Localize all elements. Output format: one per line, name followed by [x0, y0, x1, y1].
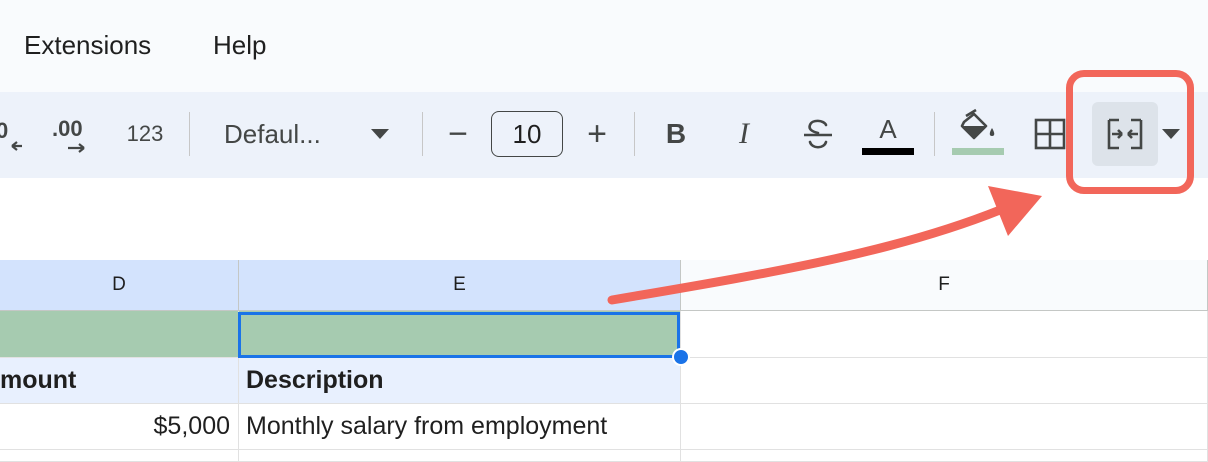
sheet-grid: D E F mount Description $5,000 Monthly s…: [0, 260, 1208, 462]
formula-bar[interactable]: [0, 178, 1208, 260]
fill-color-icon: [952, 108, 1004, 155]
text-color-bar: [862, 147, 914, 155]
decrease-decimal-button[interactable]: 0: [0, 112, 32, 156]
increase-decimal-icon: .00: [52, 116, 85, 153]
menu-extensions[interactable]: Extensions: [24, 30, 151, 61]
fill-handle[interactable]: [672, 348, 690, 366]
decrease-font-size-button[interactable]: −: [438, 114, 478, 154]
cell-d3[interactable]: $5,000: [0, 404, 239, 450]
decrease-decimal-icon: 0: [0, 118, 22, 151]
cell-e2[interactable]: Description: [239, 358, 681, 404]
italic-button[interactable]: I: [724, 114, 764, 154]
cell-d4[interactable]: [0, 450, 239, 462]
toolbar-separator: [189, 112, 190, 156]
toolbar-separator: [422, 112, 423, 156]
strikethrough-icon: [804, 119, 832, 149]
bold-button[interactable]: B: [656, 114, 696, 154]
text-color-button[interactable]: A: [862, 110, 914, 158]
menu-help[interactable]: Help: [213, 30, 266, 61]
svg-text:0: 0: [0, 118, 8, 143]
font-dropdown-icon: [371, 129, 389, 139]
cell-e4[interactable]: [239, 450, 681, 462]
cell-d2[interactable]: mount: [0, 358, 239, 404]
text-color-icon: A: [879, 113, 897, 144]
more-formats-button[interactable]: 123: [118, 114, 172, 154]
cell-selection: [238, 312, 680, 358]
svg-text:.00: .00: [52, 116, 83, 141]
menu-bar: Extensions Help: [0, 0, 1208, 92]
font-size-input[interactable]: 10: [491, 111, 563, 157]
borders-button[interactable]: [1030, 114, 1070, 154]
cell-d1[interactable]: [0, 311, 239, 358]
cell-f1[interactable]: [681, 311, 1208, 358]
column-header-f[interactable]: F: [681, 260, 1208, 311]
increase-decimal-button[interactable]: .00: [50, 112, 96, 156]
column-header-d[interactable]: D: [0, 260, 239, 311]
cell-f2[interactable]: [681, 358, 1208, 404]
font-name: Defaul...: [224, 118, 321, 149]
column-header-e[interactable]: E: [239, 260, 681, 311]
strikethrough-button[interactable]: [796, 112, 840, 156]
fill-color-button[interactable]: [952, 108, 1004, 158]
toolbar-separator: [634, 112, 635, 156]
cell-f4[interactable]: [681, 450, 1208, 462]
borders-icon: [1034, 118, 1066, 150]
increase-font-size-button[interactable]: +: [577, 114, 617, 154]
toolbar-separator: [934, 112, 935, 156]
cell-e3[interactable]: Monthly salary from employment: [239, 404, 681, 450]
cell-f3[interactable]: [681, 404, 1208, 450]
highlight-box: [1066, 70, 1194, 194]
font-dropdown[interactable]: Defaul...: [212, 112, 402, 156]
